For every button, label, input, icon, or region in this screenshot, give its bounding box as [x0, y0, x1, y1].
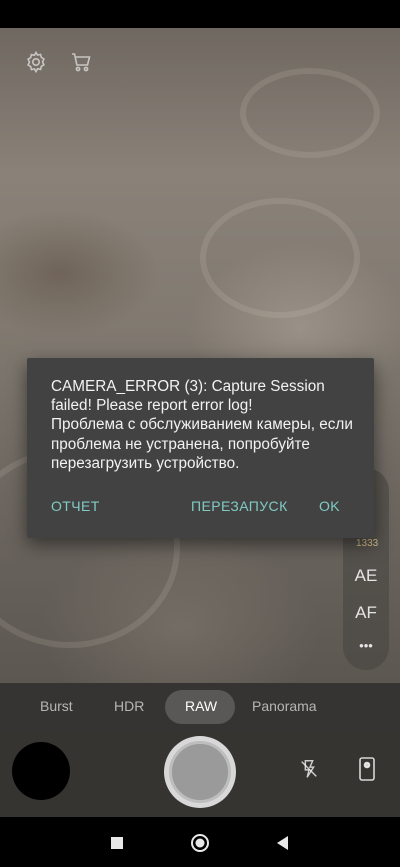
camera-switch-icon[interactable] [356, 756, 378, 782]
cart-icon[interactable] [69, 50, 93, 74]
status-bar [0, 0, 400, 28]
mode-panorama[interactable]: Panorama [252, 698, 317, 714]
mode-hdr[interactable]: HDR [114, 698, 144, 714]
flash-off-icon[interactable] [298, 758, 320, 780]
more-options-button[interactable]: ••• [343, 638, 389, 653]
shutter-button-inner[interactable] [169, 741, 231, 803]
exposure-value: 1333 [356, 538, 379, 549]
circle-icon[interactable] [189, 832, 211, 854]
gallery-thumbnail[interactable] [12, 742, 70, 800]
triangle-back-icon[interactable] [272, 832, 294, 854]
af-button[interactable]: AF [343, 603, 389, 623]
restart-button[interactable]: ПЕРЕЗАПУСК [191, 498, 288, 514]
ok-button[interactable]: OK [319, 498, 340, 514]
error-dialog: CAMERA_ERROR (3): Capture Session failed… [27, 358, 374, 538]
dialog-message: CAMERA_ERROR (3): Capture Session failed… [51, 378, 353, 472]
mode-raw[interactable]: RAW [185, 698, 217, 714]
ae-button[interactable]: AE [343, 566, 389, 586]
camera-viewfinder[interactable] [0, 28, 400, 683]
gear-icon[interactable] [24, 50, 48, 74]
square-icon[interactable] [106, 832, 128, 854]
report-button[interactable]: ОТЧЕТ [51, 498, 100, 514]
mode-burst[interactable]: Burst [40, 698, 73, 714]
viewfinder-texture [240, 68, 380, 158]
viewfinder-texture [200, 198, 360, 318]
